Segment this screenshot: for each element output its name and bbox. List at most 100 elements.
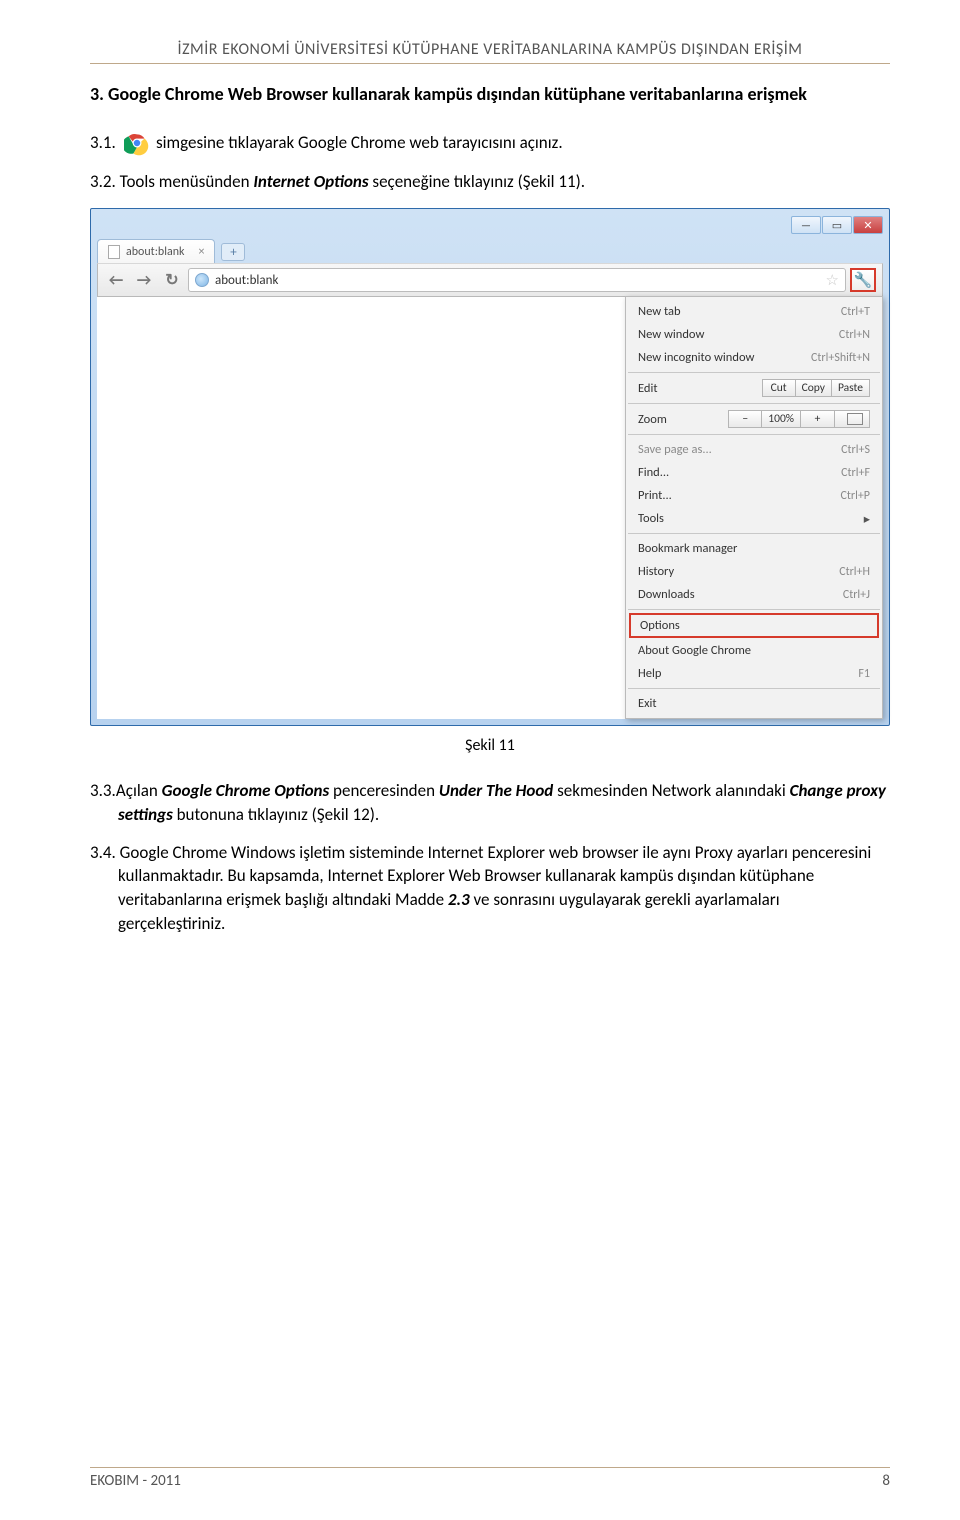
section-number: 3. — [90, 83, 104, 105]
content-area: New tab Ctrl+T New window Ctrl+N New inc… — [97, 297, 883, 719]
menu-options[interactable]: Options — [629, 613, 879, 638]
menu-print[interactable]: Print... Ctrl+P — [626, 484, 882, 507]
menu-shortcut: Ctrl+Shift+N — [811, 351, 870, 365]
menu-shortcut: Ctrl+J — [843, 588, 870, 602]
menu-exit[interactable]: Exit — [626, 692, 882, 715]
copy-button[interactable]: Copy — [796, 379, 832, 397]
menu-incognito[interactable]: New incognito window Ctrl+Shift+N — [626, 346, 882, 369]
t: butonuna tıklayınız (Şekil 12). — [173, 804, 379, 825]
close-button[interactable]: ✕ — [853, 216, 883, 234]
step-text-post: seçeneğine tıklayınız (Şekil 11). — [369, 171, 586, 192]
menu-find[interactable]: Find... Ctrl+F — [626, 461, 882, 484]
footer-page-number: 8 — [882, 1472, 890, 1490]
t: sekmesinden Network alanındaki — [553, 780, 789, 801]
footer-left: EKOBIM - 2011 — [90, 1472, 181, 1490]
menu-bookmark-manager[interactable]: Bookmark manager — [626, 537, 882, 560]
menu-help[interactable]: Help F1 — [626, 662, 882, 685]
section-title: 3. Google Chrome Web Browser kullanarak … — [90, 82, 890, 106]
emph-term: Internet Options — [253, 171, 368, 192]
step-3-2: 3.2. Tools menüsünden Internet Options s… — [90, 170, 890, 194]
page-icon — [108, 245, 120, 259]
step-number: 3.3. — [90, 780, 116, 801]
menu-label: Edit — [638, 381, 658, 396]
menu-separator — [628, 434, 880, 435]
menu-label: Downloads — [638, 587, 695, 602]
fullscreen-icon — [847, 413, 863, 425]
minimize-button[interactable]: — — [791, 216, 821, 234]
address-bar[interactable]: about:blank ☆ — [188, 268, 846, 292]
step-3-1: 3.1. simgesine tıklayarak Google Chrome … — [90, 130, 890, 156]
figure-11: — ▭ ✕ about:blank × + ← → ↻ about:blank — [90, 208, 890, 726]
menu-shortcut: Ctrl+T — [841, 305, 870, 319]
menu-label: Save page as... — [638, 442, 712, 457]
menu-label: Zoom — [638, 412, 667, 427]
section-text: Google Chrome Web Browser kullanarak kam… — [108, 83, 807, 105]
step-3-4: 3.4. Google Chrome Windows işletim siste… — [90, 841, 890, 936]
zoom-value: 100% — [762, 410, 801, 428]
globe-icon — [195, 273, 209, 287]
menu-separator — [628, 372, 880, 373]
cut-button[interactable]: Cut — [762, 379, 796, 397]
step-text: simgesine tıklayarak Google Chrome web t… — [156, 131, 563, 155]
menu-label: New window — [638, 327, 704, 342]
emph: Google Chrome Options — [162, 780, 330, 801]
menu-separator — [628, 533, 880, 534]
browser-toolbar: ← → ↻ about:blank ☆ 🔧 — [97, 263, 883, 297]
zoom-in-button[interactable]: + — [801, 410, 835, 428]
submenu-arrow-icon: ▸ — [864, 511, 870, 527]
menu-shortcut: Ctrl+F — [841, 466, 870, 480]
menu-edit-row: Edit Cut Copy Paste — [626, 376, 882, 400]
reload-button[interactable]: ↻ — [160, 268, 184, 292]
address-text: about:blank — [215, 273, 278, 288]
menu-history[interactable]: History Ctrl+H — [626, 560, 882, 583]
maximize-button[interactable]: ▭ — [822, 216, 852, 234]
chrome-window: — ▭ ✕ about:blank × + ← → ↻ about:blank — [90, 208, 890, 726]
step-number: 3.4. — [90, 842, 116, 863]
menu-label: History — [638, 564, 674, 579]
menu-new-window[interactable]: New window Ctrl+N — [626, 323, 882, 346]
chrome-icon — [124, 130, 150, 156]
browser-tab[interactable]: about:blank × — [97, 239, 215, 263]
zoom-out-button[interactable]: − — [728, 410, 762, 428]
tab-strip: about:blank × + — [97, 237, 883, 263]
wrench-menu: New tab Ctrl+T New window Ctrl+N New inc… — [625, 296, 883, 719]
bookmark-star-icon[interactable]: ☆ — [826, 271, 839, 290]
blank-page — [97, 297, 625, 719]
menu-shortcut: Ctrl+S — [841, 443, 870, 457]
forward-button[interactable]: → — [132, 268, 156, 292]
menu-tools[interactable]: Tools ▸ — [626, 507, 882, 530]
menu-label: Bookmark manager — [638, 541, 737, 556]
step-text-pre: Tools menüsünden — [120, 171, 254, 192]
fullscreen-button[interactable] — [835, 410, 870, 428]
menu-shortcut: Ctrl+N — [839, 328, 870, 342]
step-number: 3.2. — [90, 171, 116, 192]
emph: Under The Hood — [439, 780, 553, 801]
menu-save-page[interactable]: Save page as... Ctrl+S — [626, 438, 882, 461]
menu-about[interactable]: About Google Chrome — [626, 639, 882, 662]
menu-label: Find... — [638, 465, 669, 480]
wrench-menu-button[interactable]: 🔧 — [850, 268, 876, 292]
menu-downloads[interactable]: Downloads Ctrl+J — [626, 583, 882, 606]
tab-close-icon[interactable]: × — [198, 245, 204, 259]
menu-new-tab[interactable]: New tab Ctrl+T — [626, 300, 882, 323]
step-3-3: 3.3.Açılan Google Chrome Options pencere… — [90, 779, 890, 827]
window-titlebar: — ▭ ✕ — [97, 215, 883, 235]
new-tab-button[interactable]: + — [221, 243, 245, 261]
page-footer: EKOBIM - 2011 8 — [90, 1467, 890, 1490]
menu-zoom-row: Zoom − 100% + — [626, 407, 882, 431]
paste-button[interactable]: Paste — [832, 379, 870, 397]
tab-title: about:blank — [126, 245, 184, 259]
menu-label: Options — [640, 618, 680, 633]
menu-label: New tab — [638, 304, 681, 319]
menu-separator — [628, 688, 880, 689]
menu-label: Tools — [638, 511, 664, 526]
menu-label: New incognito window — [638, 350, 754, 365]
page-header: İZMİR EKONOMİ ÜNİVERSİTESİ KÜTÜPHANE VER… — [90, 40, 890, 64]
back-button[interactable]: ← — [104, 268, 128, 292]
figure-caption: Şekil 11 — [90, 736, 890, 755]
menu-separator — [628, 609, 880, 610]
menu-label: Help — [638, 666, 661, 681]
emph: 2.3 — [448, 889, 470, 910]
t: Açılan — [116, 780, 162, 801]
menu-label: Print... — [638, 488, 672, 503]
